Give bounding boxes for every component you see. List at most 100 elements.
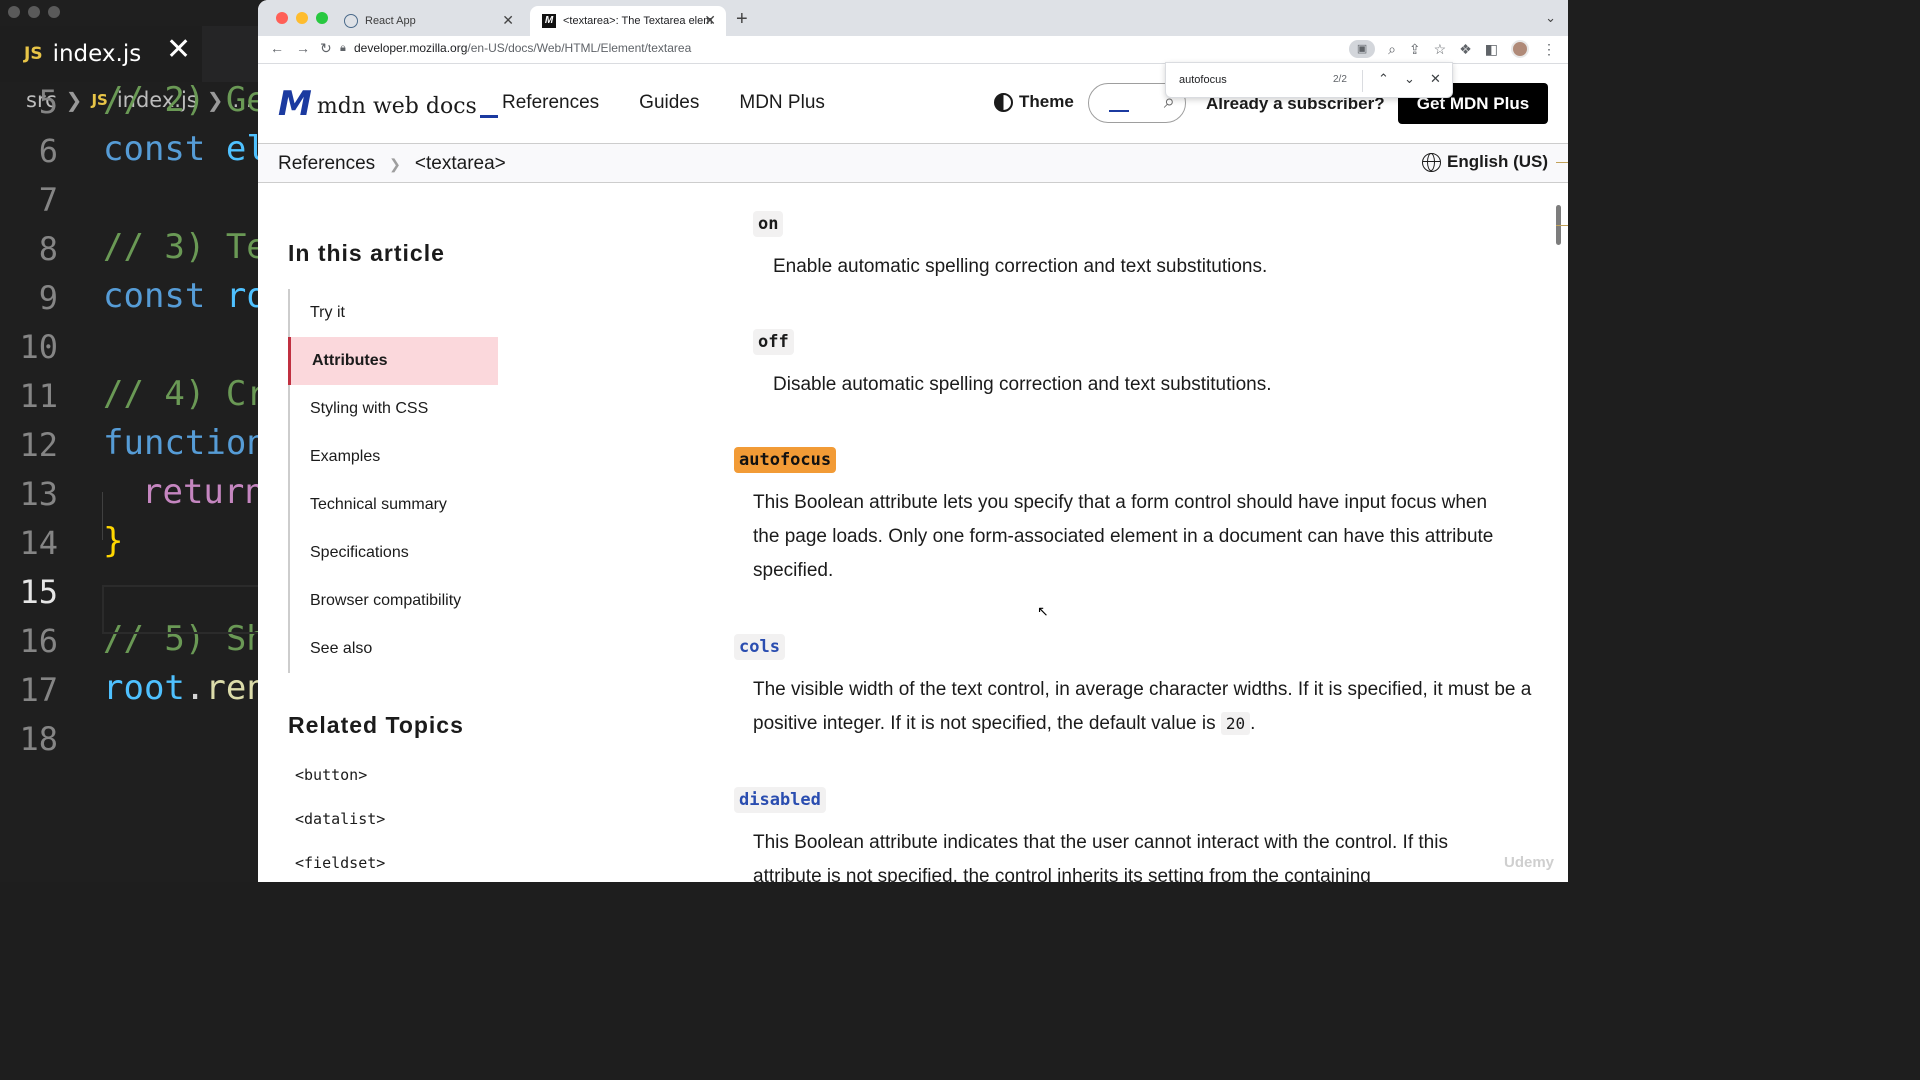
more-menu-icon[interactable]: ⋮ [1542,41,1556,58]
nav-references[interactable]: References [502,92,599,114]
window-controls [8,6,60,18]
new-tab-button[interactable]: + [736,8,748,31]
toc-item-try-it[interactable]: Try it [290,289,498,337]
logo-underscore [479,115,498,118]
toc-item-attributes[interactable]: Attributes [288,337,498,385]
globe-icon [1422,152,1441,172]
code-brace: } [103,521,124,561]
zoom-icon[interactable]: ⌕ [1388,41,1396,58]
code-dot: . [184,668,206,708]
theme-icon [994,92,1013,112]
editor-tabbar: JS index.js ✕ [0,26,260,82]
close-icon[interactable]: ✕ [502,12,514,29]
cols-text: The visible width of the text control, i… [753,679,1532,734]
language-selector[interactable]: English (US) [1422,152,1548,172]
toc-list: Try it Attributes Styling with CSS Examp… [288,289,498,673]
related-link[interactable]: <button> [295,766,385,810]
chevron-up-icon[interactable]: ⌃ [1378,71,1389,87]
browser-tab-react-app[interactable]: React App ✕ [332,6,524,36]
toc-item-specifications[interactable]: Specifications [290,529,498,577]
search-caret [1109,110,1129,112]
chevron-down-icon[interactable]: ⌄ [1404,71,1415,87]
js-file-icon: JS [24,44,43,64]
close-icon[interactable]: ✕ [166,32,191,67]
close-icon[interactable]: ✕ [1430,71,1441,87]
breadcrumb-bar: References ❯ <textarea> English (US) [258,144,1568,183]
related-topics-title: Related Topics [288,712,464,738]
line-number: 9 [38,279,58,317]
code-comment: // 2) Ge [103,80,267,120]
code-comment: // 4) Cr [103,374,267,414]
attr-autofocus[interactable]: autofocus [734,447,837,473]
code-comment: // 3) Te [103,227,267,267]
line-number: 16 [19,622,58,660]
logo-text: mdn web docs [316,94,477,119]
code-keyword: function [103,423,267,463]
nav-mdn-plus[interactable]: MDN Plus [739,92,825,114]
share-icon[interactable]: ⇪ [1409,41,1421,58]
breadcrumb-textarea[interactable]: <textarea> [415,153,506,175]
line-number: 15 [19,573,58,611]
code-keyword: return [142,472,265,512]
find-bar: autofocus 2/2 ⌃ ⌄ ✕ [1165,62,1453,98]
related-link[interactable]: <datalist> [295,810,385,854]
find-input[interactable]: autofocus [1179,74,1227,86]
toc-item-browser-compat[interactable]: Browser compatibility [290,577,498,625]
line-number: 8 [38,230,58,268]
nav-guides[interactable]: Guides [639,92,699,114]
breadcrumb-references[interactable]: References [278,153,375,175]
url-path: /en-US/docs/Web/HTML/Element/textarea [467,41,692,55]
line-number: 12 [19,426,58,464]
profile-avatar[interactable] [1511,40,1529,58]
related-topics-list: <button> <datalist> <fieldset> [295,766,385,882]
tab-title: <textarea>: The Textarea elem [563,15,713,27]
related-link[interactable]: <fieldset> [295,854,385,882]
toc-item-technical-summary[interactable]: Technical summary [290,481,498,529]
browser-tab-textarea[interactable]: M <textarea>: The Textarea elem ✕ [530,6,726,36]
line-number: 14 [19,524,58,562]
close-window-button[interactable] [276,12,288,24]
line-number: 10 [19,328,58,366]
find-in-page-icon[interactable]: ▣ [1349,40,1376,58]
code-line: const ro [103,276,267,316]
code-keyword: const [103,276,206,316]
value-on: on [753,211,784,237]
window-controls [276,12,328,24]
address-bar[interactable]: developer.mozilla.org/en-US/docs/Web/HTM… [354,41,691,55]
find-match-count: 2/2 [1333,74,1347,85]
minimize-window-button[interactable] [296,12,308,24]
maximize-window-button[interactable] [316,12,328,24]
line-number: 7 [38,181,58,219]
browser-toolbar: ← → ↻ 🔒︎ developer.mozilla.org/en-US/doc… [258,36,1568,64]
attr-cols[interactable]: cols [734,634,785,660]
code-line: const el [103,129,267,169]
back-arrow-icon[interactable]: ← [270,40,284,56]
editor-tab-index-js[interactable]: JS index.js ✕ [0,26,202,82]
reload-icon[interactable]: ↻ [320,40,332,57]
toc-item-see-also[interactable]: See also [290,625,498,673]
extensions-icon[interactable]: ❖ [1459,41,1472,58]
scroll-marker [1556,225,1568,226]
react-icon [344,14,358,28]
divider [1362,70,1363,92]
code-keyword: const [103,129,206,169]
attr-autofocus-description: This Boolean attribute lets you specify … [753,492,1494,581]
theme-toggle[interactable]: Theme [994,92,1074,112]
forward-arrow-icon[interactable]: → [296,40,310,56]
editor-tab-label: index.js [52,41,142,67]
browser-window: React App ✕ M <textarea>: The Textarea e… [258,0,1568,882]
cols-text-end: . [1250,713,1256,734]
lock-icon[interactable]: 🔒︎ [340,42,346,55]
chevron-down-icon[interactable]: ⌄ [1545,10,1556,26]
bookmark-star-icon[interactable]: ☆ [1434,41,1447,58]
line-number: 6 [38,132,58,170]
attr-disabled[interactable]: disabled [734,787,826,813]
side-panel-icon[interactable]: ◧ [1485,41,1498,58]
indent-guide [102,492,103,540]
close-icon[interactable]: ✕ [704,12,716,29]
toc-item-styling[interactable]: Styling with CSS [290,385,498,433]
chevron-right-icon: ❯ [389,155,401,172]
mdn-logo[interactable]: M mdn web docs [278,87,498,121]
toc-item-examples[interactable]: Examples [290,433,498,481]
code-area[interactable]: 5 // 2) Ge 6 const el 7 8 // 3) Te 9 const r… [0,80,266,763]
